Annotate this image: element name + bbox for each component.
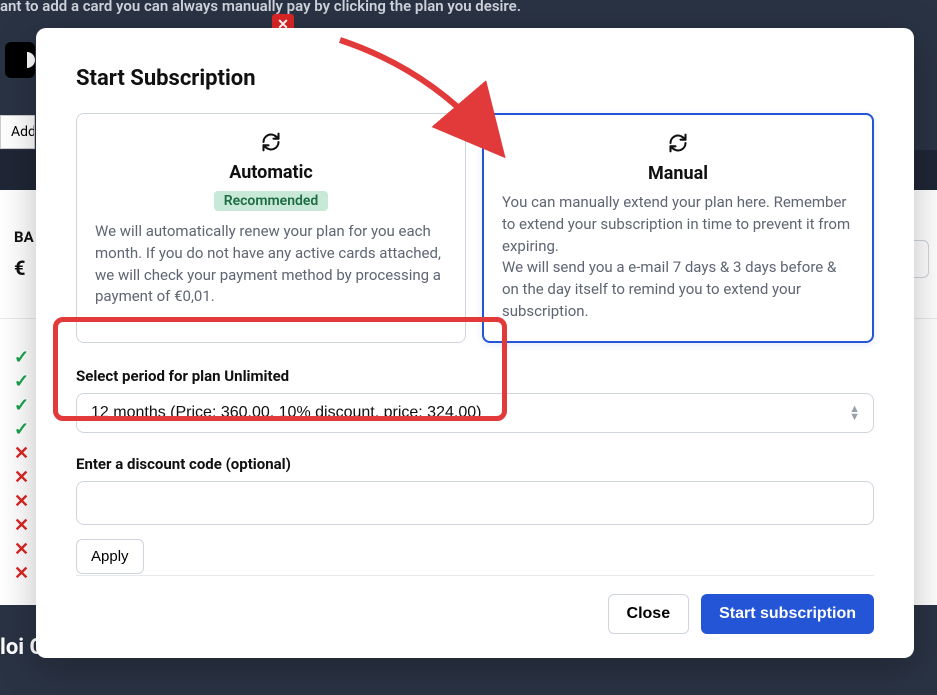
check-icon: ✓ [14, 370, 29, 394]
apply-button[interactable]: Apply [76, 539, 144, 574]
start-subscription-modal: Start Subscription Automatic Recommended… [36, 28, 914, 658]
close-button[interactable]: Close [608, 594, 690, 634]
option-automatic-desc: We will automatically renew your plan fo… [95, 221, 447, 308]
option-manual[interactable]: Manual You can manually extend your plan… [482, 113, 874, 343]
period-select-wrap: 12 months (Price: 360.00, 10% discount, … [76, 393, 874, 433]
add-card-button[interactable]: Add [0, 115, 35, 149]
option-automatic[interactable]: Automatic Recommended We will automatica… [76, 113, 466, 343]
bg-label-euro: € [14, 256, 25, 280]
x-icon: ✕ [14, 466, 29, 490]
discount-code-input[interactable] [76, 481, 874, 525]
x-icon: ✕ [14, 538, 29, 562]
x-icon: ✕ [14, 514, 29, 538]
bg-label-ba: BA [14, 228, 34, 246]
check-icon: ✓ [14, 346, 29, 370]
check-icon: ✓ [14, 394, 29, 418]
bg-hint-text: ant to add a card you can always manuall… [0, 0, 521, 15]
option-manual-desc: You can manually extend your plan here. … [502, 192, 854, 323]
feature-check-column: ✓ ✓ ✓ ✓ ✕ ✕ ✕ ✕ ✕ ✕ [14, 346, 29, 586]
modal-footer: Close Start subscription [76, 575, 874, 634]
chevron-updown-icon: ▲▼ [849, 405, 860, 421]
x-icon: ✕ [14, 442, 29, 466]
option-automatic-title: Automatic [95, 162, 447, 183]
period-label: Select period for plan Unlimited [76, 367, 874, 385]
discount-label: Enter a discount code (optional) [76, 455, 874, 473]
period-select[interactable]: 12 months (Price: 360.00, 10% discount, … [76, 393, 874, 433]
refresh-icon [95, 132, 447, 156]
option-manual-title: Manual [502, 163, 854, 184]
modal-title: Start Subscription [76, 66, 874, 91]
check-icon: ✓ [14, 418, 29, 442]
recommended-badge: Recommended [214, 191, 329, 211]
start-subscription-button[interactable]: Start subscription [701, 594, 874, 634]
refresh-icon [502, 133, 854, 157]
x-icon: ✕ [14, 562, 29, 586]
x-icon: ✕ [14, 490, 29, 514]
card-logo [5, 42, 35, 78]
plan-mode-options: Automatic Recommended We will automatica… [76, 113, 874, 343]
